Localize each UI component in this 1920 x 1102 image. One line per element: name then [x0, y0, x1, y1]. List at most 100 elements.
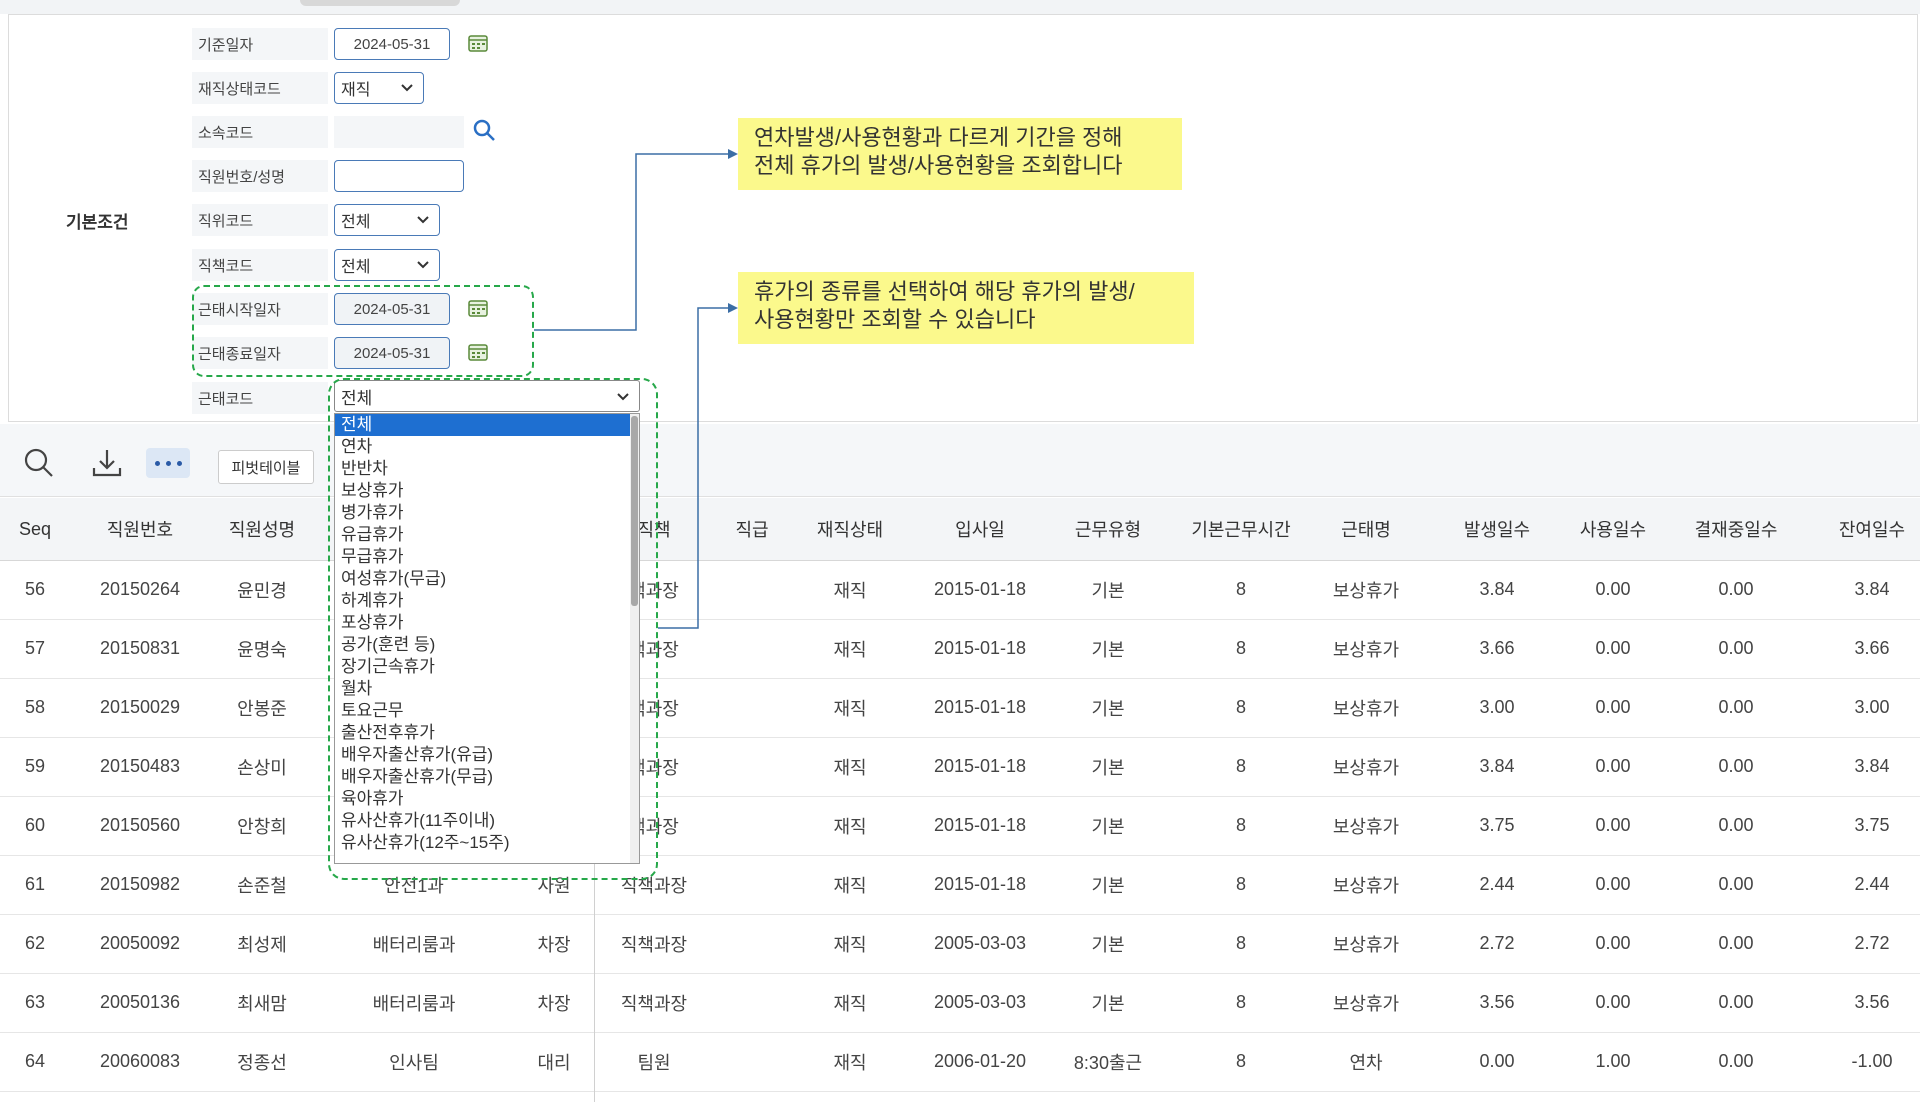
table-cell: 0.00 [1718, 992, 1754, 1012]
table-cell: 기본 [1091, 816, 1125, 837]
table-cell: 최새맘 [237, 993, 287, 1014]
section-label: 기본조건 [66, 213, 129, 232]
dot [165, 460, 171, 466]
table-cell: 20150560 [99, 815, 181, 835]
pivot-table-button[interactable]: 피벗테이블 [218, 450, 314, 484]
table-cell: 57 [24, 638, 46, 658]
table-cell: 20060083 [99, 1051, 181, 1071]
column-header[interactable]: 입사일 [910, 498, 1050, 560]
table-cell: 0.00 [1479, 1051, 1515, 1071]
column-header[interactable]: Seq [0, 498, 70, 560]
table-cell: 기본 [1091, 757, 1125, 778]
table-cell: 56 [24, 579, 46, 599]
callout-line: 사용현황만 조회할 수 있습니다 [754, 307, 1036, 332]
table-cell: 0.00 [1595, 933, 1631, 953]
table-cell: 재직 [833, 580, 867, 601]
table-cell: 0.00 [1718, 638, 1754, 658]
table-cell: 기본 [1091, 993, 1125, 1014]
table-cell: 59 [24, 756, 46, 776]
table-cell: 기본 [1091, 639, 1125, 660]
table-cell: 기본 [1091, 934, 1125, 955]
table-cell: 2.44 [1479, 874, 1515, 894]
column-header[interactable]: 직급 [714, 498, 790, 560]
table-cell [714, 973, 790, 1032]
calendar-icon[interactable] [468, 34, 488, 52]
table-row[interactable]: 57 20150831 윤명숙 책과장 재직 2015-01-18 기본 8 보상휴가 3.66 0… [0, 619, 1920, 679]
table-cell: 0.00 [1595, 992, 1631, 1012]
employment-status-select[interactable]: 재직 [334, 72, 424, 104]
table-cell: 0.00 [1595, 815, 1631, 835]
table-cell: 2.44 [1854, 874, 1890, 894]
table-row[interactable]: 59 20150483 손상미 책과장 재직 2015-01-18 기본 8 보상휴가 3.84 0… [0, 737, 1920, 797]
table-cell: 재직 [833, 816, 867, 837]
table-cell: 8 [1235, 933, 1246, 953]
table-cell: 차장 [537, 934, 571, 955]
label-dept-code: 소속코드 [192, 116, 328, 148]
table-cell: 보상휴가 [1332, 698, 1400, 719]
table-cell: 0.00 [1718, 874, 1754, 894]
table-cell: 윤명숙 [237, 639, 287, 660]
table-cell: 0.00 [1595, 579, 1631, 599]
base-date-input[interactable]: 2024-05-31 [334, 28, 450, 60]
callout-date-range: 연차발생/사용현황과 다르게 기간을 정해 전체 휴가의 발생/사용현황을 조회… [738, 118, 1182, 190]
table-cell: 배터리룸과 [372, 993, 456, 1014]
table-cell: 61 [24, 874, 46, 894]
table-cell: 2.72 [1479, 933, 1515, 953]
table-cell: 20150029 [99, 697, 181, 717]
table-cell: 2015-01-18 [933, 638, 1027, 658]
table-cell: 3.84 [1479, 579, 1515, 599]
table-cell: 8 [1235, 992, 1246, 1012]
column-header[interactable]: 재직상태 [790, 498, 910, 560]
column-header[interactable]: 근무유형 [1050, 498, 1166, 560]
search-icon[interactable] [472, 118, 496, 142]
download-icon[interactable] [90, 446, 124, 480]
search-icon[interactable] [22, 446, 56, 480]
table-cell: 손준철 [237, 875, 287, 896]
dept-code-input[interactable] [334, 116, 464, 148]
table-cell: 2015-01-18 [933, 815, 1027, 835]
column-header[interactable]: 잔여일수 [1824, 498, 1920, 560]
dot [154, 460, 160, 466]
table-cell: 62 [24, 933, 46, 953]
table-row[interactable]: 62 20050092 최성제 배터리룸과 차장 직책과장 재직 2005-03-03 기본 8 보… [0, 914, 1920, 974]
table-cell: 윤민경 [237, 580, 287, 601]
column-header[interactable]: 직원번호 [70, 498, 210, 560]
tab-shadow [300, 0, 460, 6]
table-cell: -1.00 [1851, 1051, 1893, 1071]
table-row[interactable]: 60 20150560 안창희 책과장 재직 2015-01-18 기본 8 보상휴가 3.75 0… [0, 796, 1920, 856]
table-cell: 3.84 [1479, 756, 1515, 776]
table-cell: 20150982 [99, 874, 181, 894]
table-cell [714, 796, 790, 855]
table-cell: 직책과장 [620, 993, 688, 1014]
column-header[interactable]: 직원성명 [210, 498, 314, 560]
table-cell [714, 914, 790, 973]
table-row[interactable]: 64 20060083 정종선 인사팀 대리 팀원 재직 2006-01-20 8:30출근 8 연… [0, 1032, 1920, 1092]
more-button[interactable] [146, 448, 190, 478]
employee-input[interactable] [334, 160, 464, 192]
callout-leave-type: 휴가의 종류를 선택하여 해당 휴가의 발생/ 사용현황만 조회할 수 있습니다 [738, 272, 1194, 344]
title-code-select[interactable]: 전체 [334, 249, 440, 281]
position-code-select[interactable]: 전체 [334, 204, 440, 236]
column-header[interactable]: 근태명 [1316, 498, 1416, 560]
table-cell: 보상휴가 [1332, 875, 1400, 896]
table-cell: 20050136 [99, 992, 181, 1012]
table-cell: 2015-01-18 [933, 697, 1027, 717]
table-cell: 8 [1235, 874, 1246, 894]
table-row[interactable]: 61 20150982 손준철 안전1과 사원 직책과장 재직 2015-01-18 기본 8 보상… [0, 855, 1920, 915]
callout-line: 연차발생/사용현황과 다르게 기간을 정해 [754, 125, 1123, 150]
column-header[interactable]: 결재중일수 [1648, 498, 1824, 560]
table-row[interactable]: 58 20150029 안봉준 책과장 재직 2015-01-18 기본 8 보상휴가 3.00 0… [0, 678, 1920, 738]
table-cell: 안봉준 [237, 698, 287, 719]
table-cell: 0.00 [1718, 579, 1754, 599]
column-header[interactable]: 기본근무시간 [1166, 498, 1316, 560]
label-attendance-code: 근태코드 [192, 382, 328, 414]
table-row[interactable]: 63 20050136 최새맘 배터리룸과 차장 직책과장 재직 2005-03-03 기본 8 보… [0, 973, 1920, 1033]
table-cell: 3.56 [1479, 992, 1515, 1012]
chevron-down-icon [417, 216, 429, 224]
column-header[interactable]: 발생일수 [1416, 498, 1578, 560]
table-cell: 인사팀 [389, 1052, 439, 1073]
table-cell: 20150831 [99, 638, 181, 658]
table-cell: 64 [24, 1051, 46, 1071]
column-header[interactable]: 사용일수 [1578, 498, 1648, 560]
table-row[interactable]: 56 20150264 윤민경 책과장 재직 2015-01-18 기본 8 보상휴가 3.84 0… [0, 560, 1920, 620]
